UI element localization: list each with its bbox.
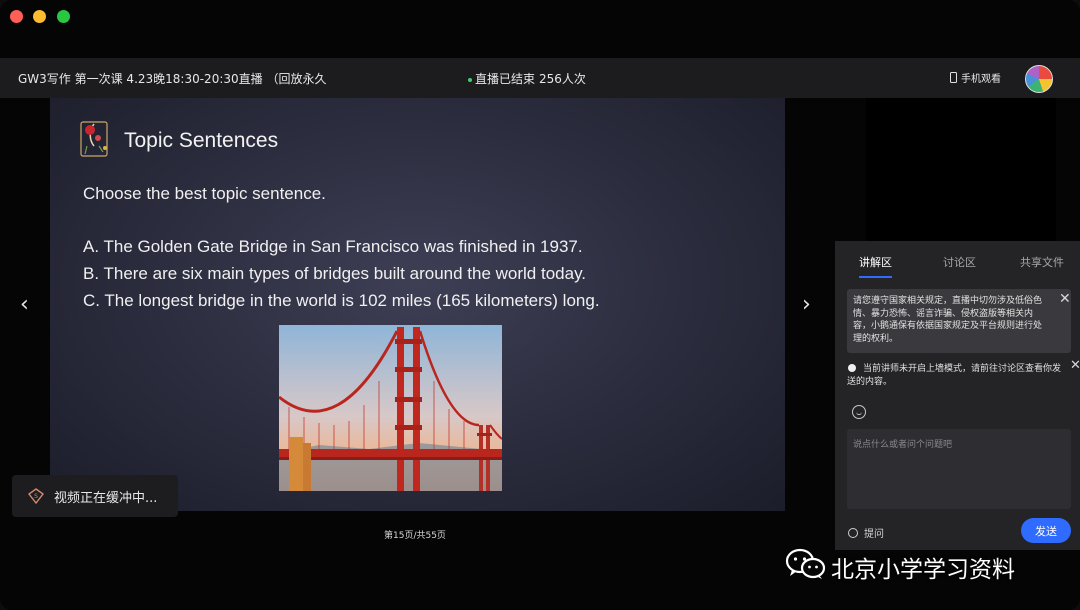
tab-discussion[interactable]: 讨论区 [943, 254, 976, 270]
emoji-icon[interactable] [852, 405, 866, 419]
active-tab-underline [859, 276, 892, 278]
hint-text: 当前讲师未开启上墙模式，请前往讨论区查看你发送的内容。 [847, 364, 1062, 387]
phone-watch-label: 手机观看 [961, 74, 1001, 85]
option-b: B. There are six main types of bridges b… [83, 264, 587, 283]
ask-label: 提问 [864, 529, 884, 540]
hint-close-icon[interactable]: ✕ [1070, 359, 1080, 373]
live-status-label: 直播已结束 [475, 72, 536, 86]
player-stage: Topic Sentences Choose the best topic se… [0, 98, 1080, 610]
buffering-diamond-icon: S [28, 488, 44, 504]
buffering-text: 视频正在缓冲中... [54, 491, 158, 506]
ask-radio-icon [848, 528, 858, 538]
panel-tabs: 讲解区 讨论区 共享文件 [835, 241, 1080, 281]
golden-gate-bridge-photo [279, 325, 502, 491]
wall-mode-hint: 当前讲师未开启上墙模式，请前往讨论区查看你发送的内容。 ✕ [835, 359, 1080, 389]
app-window: GW3写作 第一次课 4.23晚18:30-20:30直播 （回放永久 直播已结… [0, 0, 1080, 610]
phone-watch-button[interactable]: 手机观看 [950, 70, 1001, 85]
phone-icon [950, 72, 957, 83]
slide-prompt: Choose the best topic sentence. [83, 184, 326, 203]
side-panel: 讲解区 讨论区 共享文件 请您遵守国家相关规定，直播中切勿涉及低俗色情、暴力恐怖… [835, 241, 1080, 550]
option-a: A. The Golden Gate Bridge in San Francis… [83, 237, 583, 256]
presentation-slide: Topic Sentences Choose the best topic se… [50, 98, 785, 511]
notice-close-icon[interactable]: ✕ [1059, 292, 1071, 305]
previous-slide-button[interactable]: ‹ [20, 294, 29, 316]
next-slide-button[interactable]: › [802, 294, 811, 316]
teacher-video-pane [866, 98, 1056, 241]
rules-notice: 请您遵守国家相关规定，直播中切勿涉及低俗色情、暴力恐怖、谣言诈骗、侵权盗版等相关… [847, 289, 1071, 353]
maximize-window-button[interactable] [57, 10, 70, 23]
title-bar [0, 0, 1080, 58]
viewer-count: 256人次 [539, 72, 586, 86]
page-indicator: 第15页/共55页 [384, 531, 446, 541]
rose-logo-icon [80, 121, 108, 157]
live-status: 直播已结束 [468, 70, 535, 87]
ask-question-toggle[interactable]: 提问 [848, 525, 884, 540]
live-dot-icon [468, 77, 472, 82]
wechat-icon [785, 548, 826, 579]
minimize-window-button[interactable] [33, 10, 46, 23]
tab-shared-files[interactable]: 共享文件 [1020, 254, 1064, 270]
watermark-text: 北京小学学习资料 [831, 557, 1015, 583]
slide-title: Topic Sentences [124, 129, 279, 152]
close-window-button[interactable] [10, 10, 23, 23]
message-input[interactable] [847, 429, 1071, 509]
avatar[interactable] [1025, 65, 1053, 93]
send-button[interactable]: 发送 [1021, 518, 1071, 543]
notice-text: 请您遵守国家相关规定，直播中切勿涉及低俗色情、暴力恐怖、谣言诈骗、侵权盗版等相关… [853, 296, 1043, 344]
option-c: C. The longest bridge in the world is 10… [83, 291, 600, 310]
svg-text:S: S [34, 493, 38, 500]
tab-explanation[interactable]: 讲解区 [859, 254, 892, 270]
live-header: GW3写作 第一次课 4.23晚18:30-20:30直播 （回放永久 直播已结… [0, 58, 1080, 98]
buffering-toast: S 视频正在缓冲中... [12, 475, 178, 517]
course-title: GW3写作 第一次课 4.23晚18:30-20:30直播 （回放永久 [18, 72, 327, 86]
watermark: 北京小学学习资料 [785, 544, 1075, 584]
